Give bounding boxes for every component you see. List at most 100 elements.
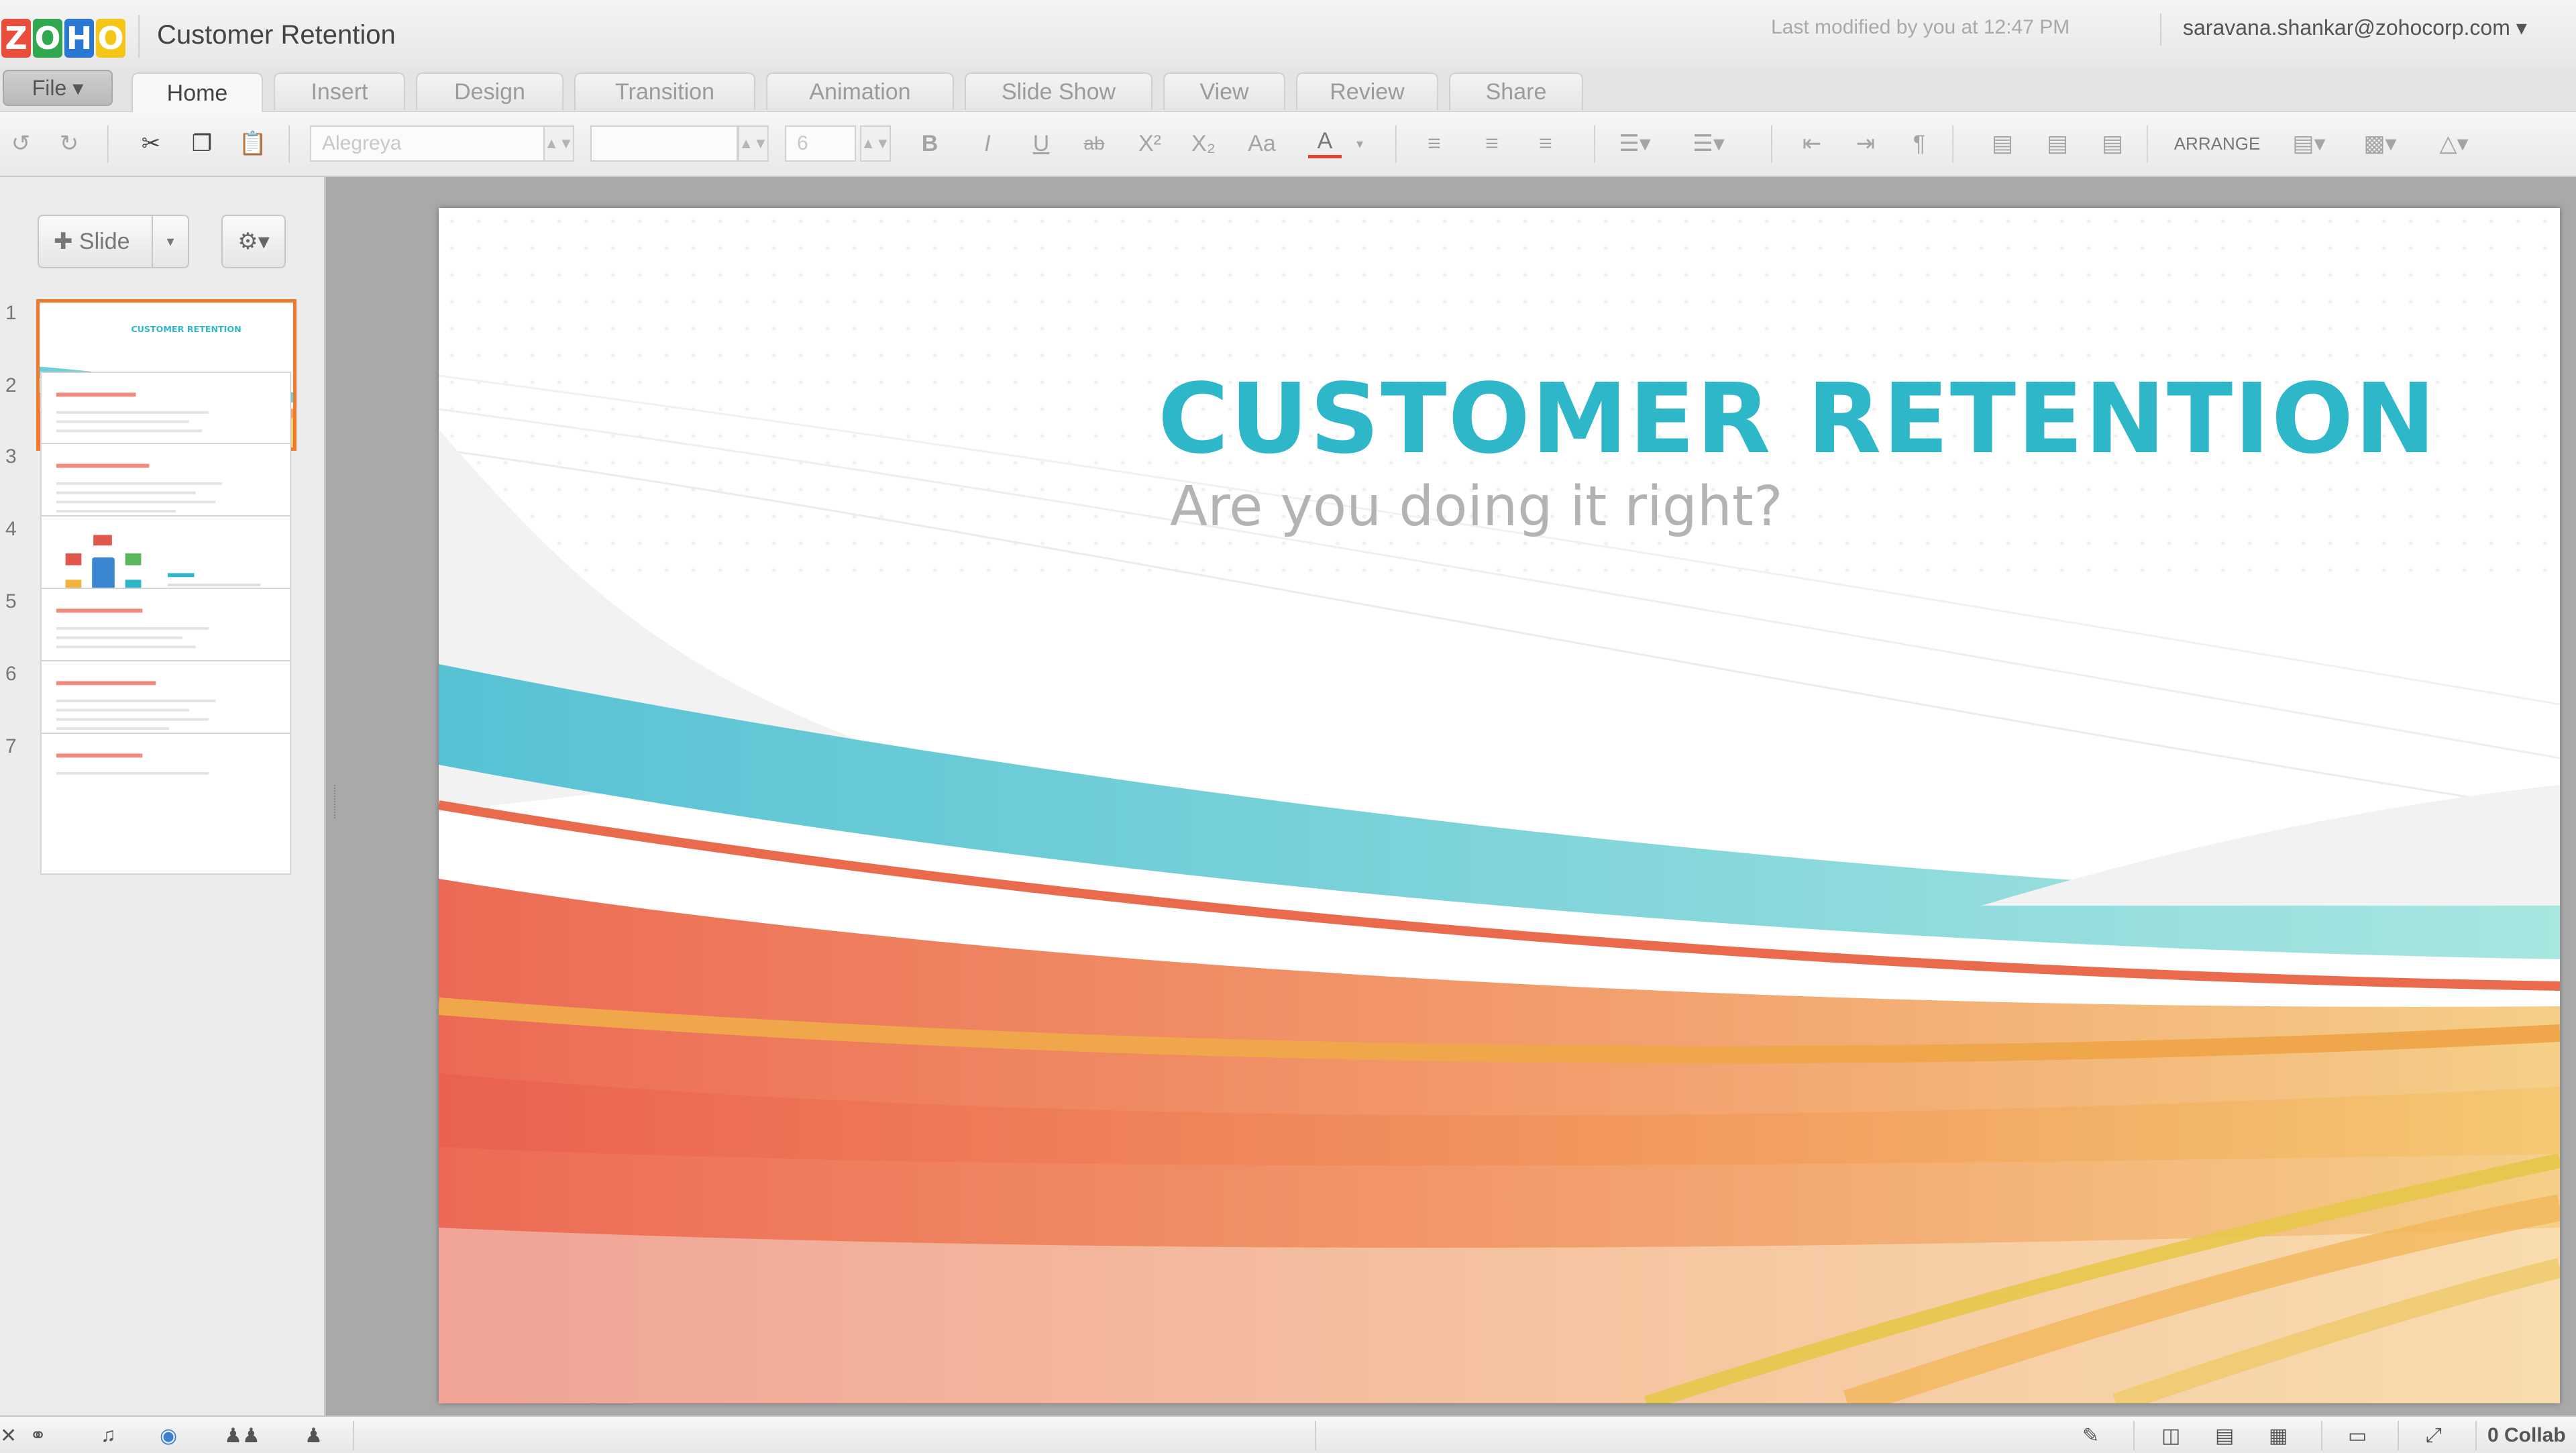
collaborators-count[interactable]: 0 Collab — [2487, 1423, 2566, 1448]
status-separator — [2321, 1421, 2322, 1450]
increase-indent-icon[interactable]: ⇥ — [1849, 127, 1882, 160]
status-separator — [1315, 1421, 1316, 1450]
font-size-stepper[interactable]: ▲▼ — [860, 125, 891, 162]
tab-share[interactable]: Share — [1449, 72, 1583, 110]
tab-review[interactable]: Review — [1296, 72, 1438, 110]
align-top-icon[interactable]: ▤ — [1986, 127, 2019, 160]
status-separator — [353, 1421, 354, 1450]
font-style-select[interactable] — [590, 125, 738, 162]
formatting-toolbar: ↺ ↻ ✂ ❐ 📋 Alegreya ▲▼ ▲▼ 6 ▲▼ B I U ab X… — [0, 112, 2576, 177]
toolbar-separator — [1395, 125, 1397, 163]
copy-icon[interactable]: ❐ — [185, 127, 219, 160]
cut-icon[interactable]: ✂ — [134, 127, 168, 160]
status-separator — [2398, 1421, 2399, 1450]
zoho-logo[interactable]: Z O H O — [1, 19, 127, 60]
bold-button[interactable]: B — [916, 127, 943, 160]
logo-letter: O — [33, 19, 62, 58]
fullscreen-icon[interactable]: ⤢ — [2426, 1423, 2442, 1448]
logo-letter: Z — [1, 19, 31, 58]
status-bar: ✕ ⚭ ♫ ◉ ♟♟ ♟ ✎ ◫ ▤ ▦ ▭ ⤢ 0 Collab — [0, 1415, 2576, 1453]
title-bar: Z O H O Customer Retention Last modified… — [0, 0, 2576, 67]
toolbar-separator — [288, 125, 290, 163]
slide-number: 3 — [5, 445, 17, 468]
align-middle-icon[interactable]: ▤ — [2041, 127, 2074, 160]
contacts-icon[interactable]: ♟♟ — [224, 1423, 260, 1448]
align-bottom-icon[interactable]: ▤ — [2096, 127, 2129, 160]
user-icon[interactable]: ♟ — [305, 1423, 323, 1448]
logo-letter: O — [96, 19, 125, 58]
notification-bell-icon[interactable]: ♫ — [101, 1423, 116, 1448]
paste-icon[interactable]: 📋 — [236, 127, 270, 160]
font-family-select[interactable]: Alegreya — [310, 125, 545, 162]
change-case-button[interactable]: Aa — [1238, 127, 1285, 160]
numbered-list-icon[interactable]: ☰▾ — [1685, 127, 1732, 160]
paragraph-icon[interactable]: ¶ — [1902, 127, 1936, 160]
chat-icon[interactable]: ◉ — [160, 1423, 177, 1448]
add-slide-button[interactable]: ✚ Slide ▾ — [38, 215, 189, 268]
notes-icon[interactable]: ✎ — [2082, 1423, 2099, 1448]
redo-icon[interactable]: ↻ — [54, 127, 85, 160]
tab-slide-show[interactable]: Slide Show — [965, 72, 1152, 110]
tab-animation[interactable]: Animation — [766, 72, 954, 110]
user-account-menu[interactable]: saravana.shankar@zohocorp.com ▾ — [2183, 15, 2527, 40]
slide-number: 7 — [5, 735, 17, 757]
shape-fill-icon[interactable]: ▩▾ — [2355, 127, 2406, 160]
underline-button[interactable]: U — [1028, 127, 1055, 160]
subscript-button[interactable]: X₂ — [1185, 127, 1222, 160]
font-family-dropdown-icon[interactable]: ▲▼ — [543, 125, 574, 162]
shape-outline-icon[interactable]: △▾ — [2428, 127, 2479, 160]
slide-number: 5 — [5, 590, 17, 612]
tab-transition[interactable]: Transition — [574, 72, 755, 110]
font-color-button[interactable]: A — [1308, 127, 1342, 158]
slide-subtitle[interactable]: Are you doing it right? — [1170, 475, 1783, 539]
italic-button[interactable]: I — [974, 127, 1001, 160]
toolbar-separator — [1594, 125, 1595, 163]
status-separator — [2475, 1421, 2477, 1450]
title-divider — [138, 15, 140, 58]
font-color-dropdown-icon[interactable]: ▾ — [1350, 127, 1370, 160]
font-size-input[interactable]: 6 — [785, 125, 856, 162]
slide-number: 4 — [5, 518, 17, 540]
toolbar-separator — [2147, 125, 2148, 163]
toolbar-separator — [1771, 125, 1772, 163]
last-modified-text: Last modified by you at 12:47 PM — [1771, 16, 2070, 38]
link-icon[interactable]: ⚭ — [30, 1423, 46, 1448]
slide-thumbnail-panel: ✚ Slide ▾ ⚙▾ 1 CUSTOMER RETENTION 2 3 4 … — [0, 177, 326, 1415]
slide-settings-gear-icon[interactable]: ⚙▾ — [221, 215, 286, 268]
align-center-icon[interactable]: ≡ — [1473, 127, 1511, 160]
title-separator — [2160, 13, 2161, 46]
font-style-dropdown-icon[interactable]: ▲▼ — [738, 125, 769, 162]
slide-number: 6 — [5, 663, 17, 685]
superscript-button[interactable]: X² — [1131, 127, 1169, 160]
strikethrough-button[interactable]: ab — [1077, 127, 1111, 160]
toolbar-separator — [1952, 125, 1953, 163]
slide-number: 2 — [5, 374, 17, 396]
slide-title[interactable]: CUSTOMER RETENTION — [1158, 362, 2437, 475]
grid-view-icon[interactable]: ▦ — [2269, 1423, 2288, 1448]
outline-view-icon[interactable]: ▤ — [2215, 1423, 2234, 1448]
slide-thumbnail-7[interactable] — [40, 733, 291, 875]
bullet-list-icon[interactable]: ☰▾ — [1611, 127, 1658, 160]
present-icon[interactable]: ▭ — [2348, 1423, 2367, 1448]
logo-letter: H — [64, 19, 94, 58]
document-title[interactable]: Customer Retention — [157, 20, 396, 50]
collapse-icon[interactable]: ✕ — [0, 1423, 17, 1448]
arrange-button[interactable]: ARRANGE — [2167, 127, 2267, 160]
align-left-icon[interactable]: ≡ — [1415, 127, 1453, 160]
align-right-icon[interactable]: ≡ — [1527, 127, 1564, 160]
tab-design[interactable]: Design — [416, 72, 564, 110]
decrease-indent-icon[interactable]: ⇤ — [1795, 127, 1829, 160]
tab-home[interactable]: Home — [131, 72, 263, 113]
toolbar-separator — [107, 125, 109, 163]
add-slide-dropdown-icon[interactable]: ▾ — [152, 216, 188, 267]
undo-icon[interactable]: ↺ — [5, 127, 36, 160]
normal-view-icon[interactable]: ◫ — [2161, 1423, 2180, 1448]
panel-resize-handle[interactable] — [334, 785, 339, 818]
tab-insert[interactable]: Insert — [274, 72, 405, 110]
file-menu-button[interactable]: File ▾ — [3, 70, 113, 106]
arrange-dropdown-icon[interactable]: ▤▾ — [2284, 127, 2334, 160]
status-separator — [2133, 1421, 2135, 1450]
ribbon-tabs: Home Insert Design Transition Animation … — [0, 67, 2576, 113]
tab-view[interactable]: View — [1163, 72, 1285, 110]
slide-canvas[interactable]: CUSTOMER RETENTION Are you doing it righ… — [439, 208, 2560, 1403]
